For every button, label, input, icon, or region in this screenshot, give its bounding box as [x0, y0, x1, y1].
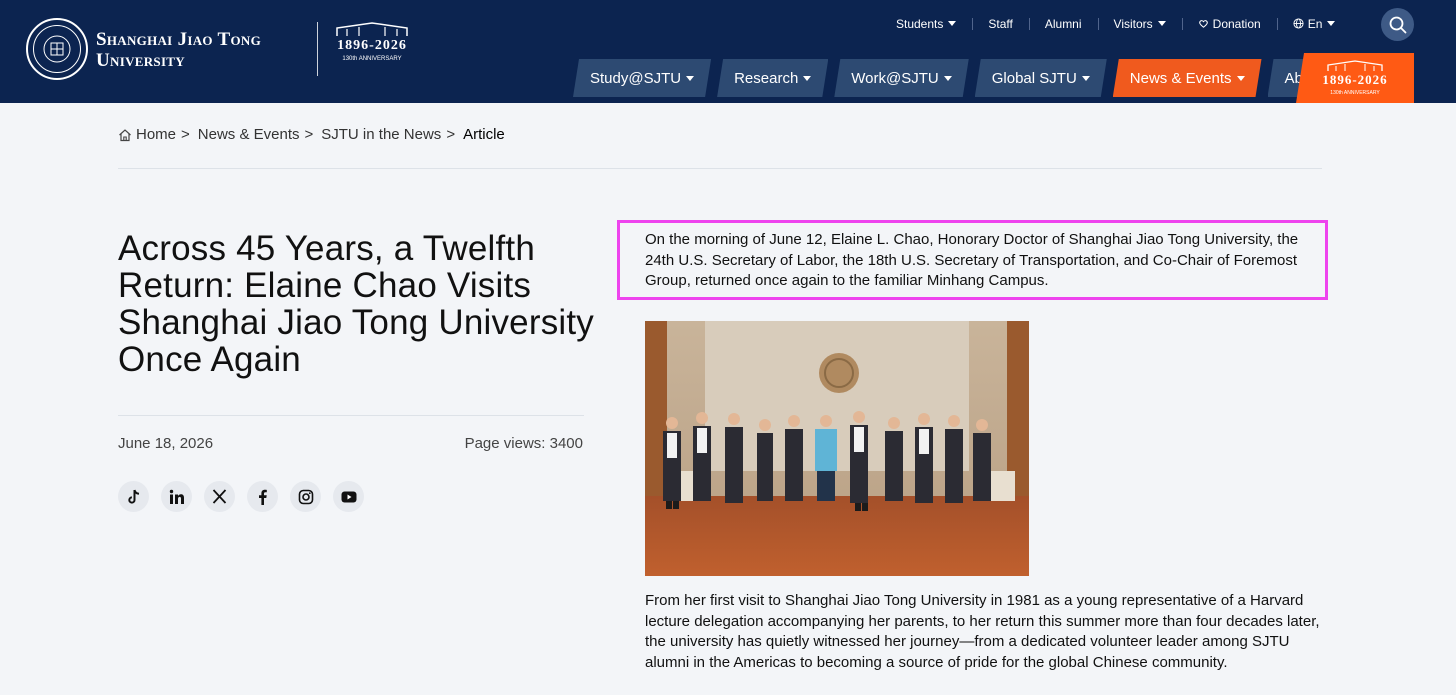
search-icon [1389, 16, 1406, 33]
caret-down-icon [1157, 21, 1166, 26]
article-photo [645, 321, 1029, 576]
utility-link-alumni[interactable]: Alumni [1028, 17, 1098, 31]
share-tiktok-button[interactable] [118, 481, 149, 512]
anniversary-logo[interactable]: 1896-2026 130th ANNIVERSARY [333, 20, 411, 78]
university-seal-logo[interactable] [26, 18, 88, 80]
share-facebook-button[interactable] [247, 481, 278, 512]
site-header: Shanghai Jiao Tong University 1896-2026 … [0, 0, 1456, 103]
youtube-icon [341, 491, 356, 502]
gate-icon [1327, 60, 1383, 71]
breadcrumb-news-events[interactable]: News & Events [198, 126, 300, 143]
utility-link-students[interactable]: Students [880, 17, 972, 31]
seal-emblem-icon [43, 35, 71, 63]
anniversary-years: 1896-2026 [337, 38, 407, 53]
article-title: Across 45 Years, a Twelfth Return: Elain… [118, 229, 594, 379]
page-views: Page views: 3400 [464, 435, 583, 452]
anniversary-subtitle: 130th ANNIVERSARY [342, 56, 402, 62]
breadcrumb: Home > News & Events > SJTU in the News … [118, 126, 505, 143]
gate-icon [336, 22, 408, 36]
anniversary-banner[interactable]: 1896-2026 130th ANNIVERSARY [1296, 53, 1414, 103]
utility-nav: Students Staff Alumni Visitors Donation … [880, 17, 1351, 31]
share-linkedin-button[interactable] [161, 481, 192, 512]
share-instagram-button[interactable] [290, 481, 321, 512]
breadcrumb-current: Article [463, 126, 505, 143]
breadcrumb-home[interactable]: Home [136, 126, 176, 143]
instagram-icon [298, 489, 313, 504]
breadcrumb-sjtu-in-news[interactable]: SJTU in the News [321, 126, 441, 143]
linkedin-icon [169, 489, 184, 504]
x-icon [212, 489, 227, 504]
social-share-bar [118, 481, 376, 512]
share-x-button[interactable] [204, 481, 235, 512]
nav-news-events[interactable]: News & Events [1113, 59, 1262, 97]
anniversary-years: 1896-2026 [1322, 72, 1388, 87]
caret-down-icon [944, 76, 952, 81]
article-date: June 18, 2026 [118, 435, 214, 452]
logo-divider [317, 22, 318, 76]
share-youtube-button[interactable] [333, 481, 364, 512]
caret-down-icon [1082, 76, 1090, 81]
nav-study[interactable]: Study@SJTU [573, 59, 711, 97]
utility-link-visitors[interactable]: Visitors [1097, 17, 1182, 31]
nav-work[interactable]: Work@SJTU [834, 59, 968, 97]
utility-link-donation[interactable]: Donation [1181, 17, 1277, 31]
breadcrumb-separator: > [304, 126, 314, 143]
tiktok-icon [127, 489, 139, 504]
breadcrumb-separator: > [446, 126, 456, 143]
logo-line-1: Shanghai Jiao Tong [96, 29, 262, 50]
main-nav: Study@SJTU Research Work@SJTU Global SJT… [573, 59, 1382, 97]
language-selector[interactable]: En [1276, 17, 1352, 31]
article-intro: On the morning of June 12, Elaine L. Cha… [645, 231, 1299, 290]
caret-down-icon [1237, 76, 1245, 81]
anniversary-subtitle: 130th ANNIVERSARY [1330, 90, 1380, 96]
caret-down-icon [803, 76, 811, 81]
home-icon [119, 128, 131, 141]
logo-line-2: University [96, 50, 185, 71]
globe-icon [1293, 18, 1304, 29]
university-name-logo[interactable]: Shanghai Jiao Tong University [96, 29, 261, 71]
caret-down-icon [948, 21, 957, 26]
article-body-paragraph: From her first visit to Shanghai Jiao To… [645, 592, 1320, 672]
nav-global[interactable]: Global SJTU [975, 59, 1107, 97]
breadcrumb-divider [118, 168, 1322, 169]
nav-research[interactable]: Research [717, 59, 828, 97]
caret-down-icon [1327, 21, 1336, 26]
search-button[interactable] [1381, 8, 1414, 41]
caret-down-icon [686, 76, 694, 81]
breadcrumb-separator: > [181, 126, 190, 143]
utility-link-staff[interactable]: Staff [972, 17, 1028, 31]
donation-icon [1198, 20, 1208, 28]
facebook-icon [259, 489, 267, 505]
meta-divider [118, 415, 584, 416]
group-photo-illustration [645, 321, 1029, 576]
